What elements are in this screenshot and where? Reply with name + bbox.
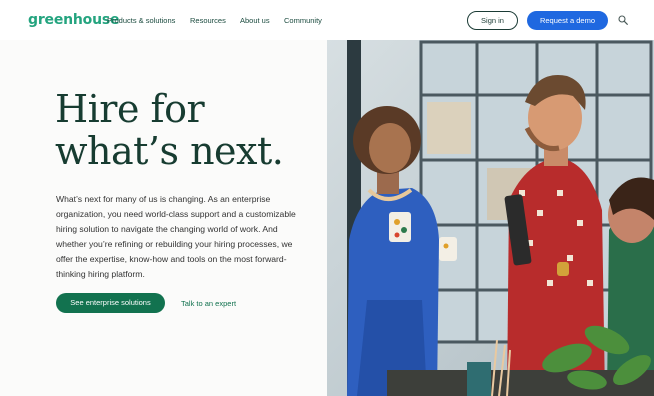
hero-headline: Hire for what’s next. [55,88,325,172]
top-nav: greenhouse Products & solutions Resource… [0,0,654,40]
nav-item-products-solutions[interactable]: Products & solutions [107,16,175,25]
hero-headline-line-2: what’s next. [55,129,284,173]
nav-item-community[interactable]: Community [284,16,322,25]
sign-in-button[interactable]: Sign in [467,11,518,30]
greenhouse-logo[interactable]: greenhouse [28,12,119,28]
talk-to-expert-link[interactable]: Talk to an expert [181,299,236,308]
nav-item-about-us[interactable]: About us [240,16,270,25]
request-demo-button[interactable]: Request a demo [527,11,608,30]
search-icon[interactable] [618,15,628,25]
hero-headline-line-1: Hire for [55,87,205,131]
hero-photo [327,40,654,396]
nav-item-resources[interactable]: Resources [190,16,226,25]
office-people-illustration [327,40,654,396]
hero-body-text: What’s next for many of us is changing. … [56,194,296,279]
see-enterprise-solutions-button[interactable]: See enterprise solutions [56,293,165,313]
